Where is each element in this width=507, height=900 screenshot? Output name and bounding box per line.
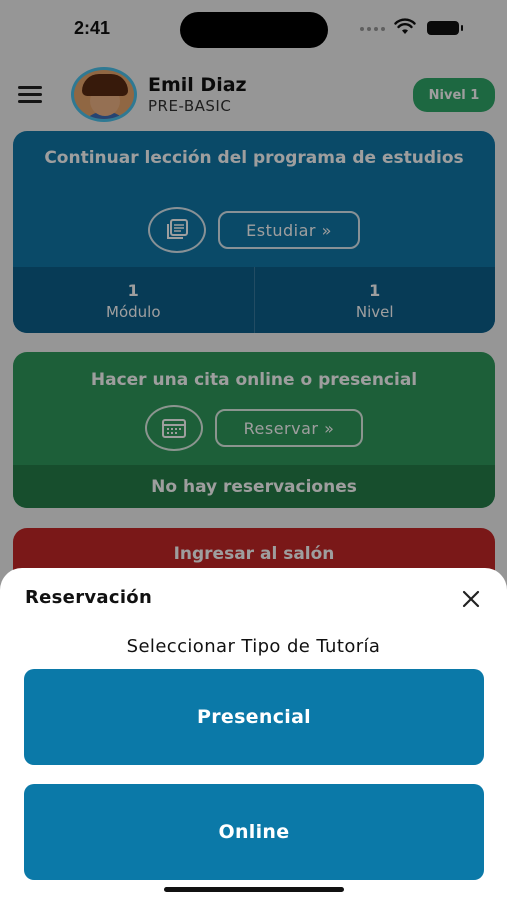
close-icon[interactable] bbox=[457, 585, 485, 613]
home-indicator bbox=[164, 887, 344, 892]
in-person-button[interactable]: Presencial bbox=[24, 669, 484, 765]
sheet-subtitle: Seleccionar Tipo de Tutoría bbox=[126, 636, 381, 657]
sheet-title: Reservación bbox=[25, 587, 153, 608]
online-button[interactable]: Online bbox=[24, 784, 484, 880]
reservation-sheet: Reservación Seleccionar Tipo de Tutoría … bbox=[0, 568, 507, 900]
